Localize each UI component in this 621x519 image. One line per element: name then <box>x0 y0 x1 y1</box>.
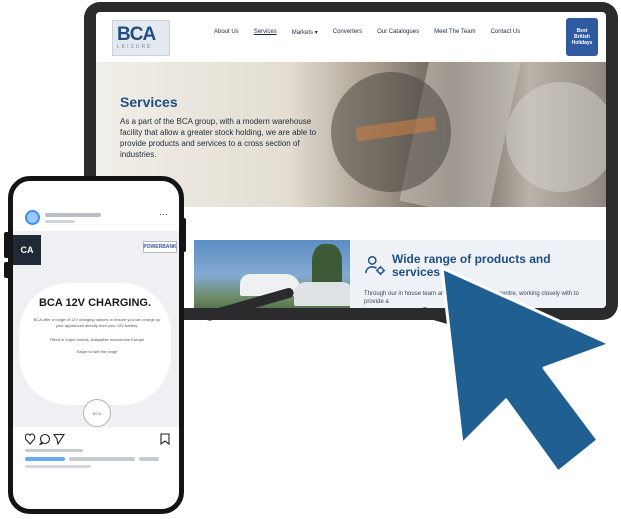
phone-device: ··· CA POWERBANK BCA 12V CHARGING. BCA o… <box>8 176 184 514</box>
heart-icon[interactable] <box>25 433 36 445</box>
post-text: Swipe to see the range <box>76 349 118 354</box>
nav-markets-label: Markets <box>291 30 314 36</box>
site-header: BCA LEISURE About Us Services Markets ▾ … <box>96 12 606 62</box>
nav-services[interactable]: Services <box>254 29 277 36</box>
hero-machine-shape <box>506 82 606 192</box>
site-logo[interactable]: BCA LEISURE <box>112 20 170 56</box>
nav-converters[interactable]: Converters <box>333 29 362 36</box>
nav-contact-us[interactable]: Contact Us <box>491 29 521 36</box>
caption-user-placeholder <box>25 457 65 461</box>
award-badge: Best British Holidays <box>566 18 598 56</box>
nav-meet-the-team[interactable]: Meet The Team <box>434 29 475 36</box>
logo-text: BCA <box>117 24 156 45</box>
post-actions <box>25 433 170 445</box>
more-options-icon[interactable]: ··· <box>159 209 168 219</box>
photo-tree <box>312 244 342 286</box>
nav-about-us[interactable]: About Us <box>214 29 239 36</box>
share-icon[interactable] <box>52 433 65 445</box>
avatar[interactable] <box>25 210 40 225</box>
post-text: BCA offer a range of 12V charging option… <box>33 317 161 328</box>
gear-person-icon <box>365 256 386 276</box>
badge-line: Holidays <box>571 40 593 46</box>
logo-subtext: LEISURE <box>117 44 153 50</box>
likes-placeholder <box>25 449 83 452</box>
nav-our-catalogues[interactable]: Our Catalogues <box>377 29 419 36</box>
post-card: BCA 12V CHARGING. BCA offer a range of 1… <box>19 283 171 405</box>
username-placeholder <box>45 213 101 217</box>
caption-placeholder <box>69 457 135 461</box>
location-placeholder <box>45 220 75 223</box>
post-text: Fitted in major brands, Adaptable motorh… <box>49 337 145 342</box>
nav-markets[interactable]: Markets ▾ <box>292 29 318 36</box>
post-circle-logo: BCA <box>83 399 111 427</box>
post-logo: CA <box>13 235 41 265</box>
post-header: ··· <box>13 181 179 229</box>
hero-title: Services <box>120 94 178 110</box>
photo-motorhome <box>294 282 350 306</box>
bookmark-icon[interactable] <box>160 433 170 445</box>
caption-placeholder <box>139 457 159 461</box>
cursor-arrow-icon <box>440 266 612 474</box>
chevron-down-icon: ▾ <box>314 30 318 36</box>
post-brand-tag: POWERBANK <box>143 241 177 253</box>
comments-placeholder <box>25 465 91 468</box>
main-nav: About Us Services Markets ▾ Converters O… <box>214 29 520 36</box>
hero-body: As a part of the BCA group, with a moder… <box>120 117 317 159</box>
post-title: BCA 12V CHARGING. <box>38 297 152 309</box>
comment-icon[interactable] <box>38 433 51 445</box>
post-image[interactable]: CA POWERBANK BCA 12V CHARGING. BCA offer… <box>13 231 179 427</box>
